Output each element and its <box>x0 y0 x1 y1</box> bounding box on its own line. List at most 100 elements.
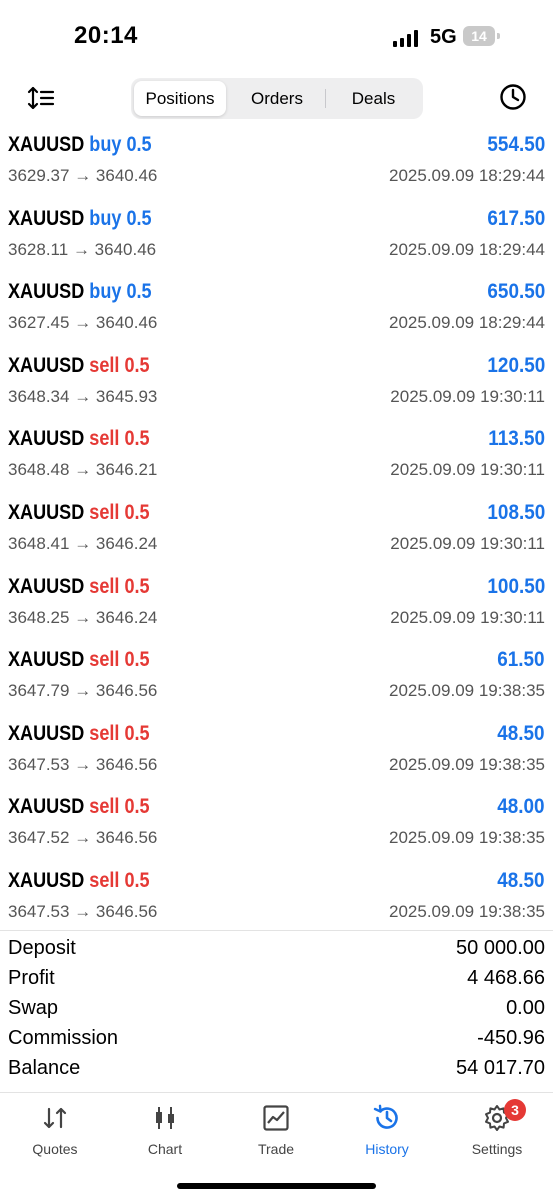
trade-side: sell <box>89 795 120 819</box>
position-time: 2025.09.09 19:30:11 <box>390 533 545 553</box>
open-price: 3647.52 <box>8 828 70 848</box>
battery-icon: 14 <box>463 26 503 48</box>
symbol-name: XAUUSD <box>8 500 85 524</box>
trade-volume: 0.5 <box>124 353 150 377</box>
trade-volume: 0.5 <box>124 574 150 598</box>
trade-volume: 0.5 <box>124 721 150 745</box>
position-time: 2025.09.09 19:30:11 <box>390 460 545 480</box>
position-time: 2025.09.09 19:38:35 <box>389 901 545 921</box>
nav-chart[interactable]: Chart <box>110 1103 220 1163</box>
symbol-name: XAUUSD <box>8 280 85 304</box>
trade-side: sell <box>89 721 120 745</box>
arrow-right-icon: → <box>74 313 92 333</box>
symbol-name: XAUUSD <box>8 868 85 892</box>
position-prices: 3647.53 → 3646.56 <box>8 902 157 922</box>
arrow-right-icon: → <box>72 239 90 259</box>
position-row[interactable]: XAUUSD buy 0.5 617.50 3628.11 → 3640.46 202… <box>0 203 553 277</box>
position-time: 2025.09.09 19:38:35 <box>389 828 545 848</box>
trade-volume: 0.5 <box>124 868 150 892</box>
arrow-right-icon: → <box>74 166 92 185</box>
position-row[interactable]: XAUUSD sell 0.5 108.50 3648.41 → 3646.24 20… <box>0 497 553 571</box>
position-symbol: XAUUSD sell 0.5 <box>8 869 150 893</box>
position-time: 2025.09.09 18:29:44 <box>389 239 545 259</box>
position-row[interactable]: XAUUSD sell 0.5 48.50 3647.53 → 3646.56 202… <box>0 718 553 792</box>
open-price: 3647.53 <box>8 901 70 921</box>
position-symbol: XAUUSD sell 0.5 <box>8 648 150 672</box>
nav-settings[interactable]: 3 Settings <box>442 1099 552 1163</box>
clock-icon[interactable] <box>498 82 528 112</box>
trade-side: buy <box>89 206 122 230</box>
close-price: 3646.21 <box>95 460 158 480</box>
battery-level: 14 <box>471 28 487 44</box>
tab-orders[interactable]: Orders <box>229 81 325 116</box>
arrow-right-icon: → <box>74 386 92 406</box>
open-price: 3627.45 <box>8 313 70 333</box>
nav-trade[interactable]: Trade <box>221 1103 331 1163</box>
position-row[interactable]: XAUUSD sell 0.5 61.50 3647.79 → 3646.56 202… <box>0 644 553 718</box>
summary-value: 0.00 <box>506 997 545 1019</box>
trade-icon <box>263 1105 289 1131</box>
position-row[interactable]: XAUUSD sell 0.5 120.50 3648.34 → 3645.93 20… <box>0 350 553 424</box>
position-symbol: XAUUSD sell 0.5 <box>8 575 150 599</box>
trade-volume: 0.5 <box>124 648 150 672</box>
position-prices: 3628.11 → 3640.46 <box>8 240 156 260</box>
trade-volume: 0.5 <box>124 427 150 451</box>
close-price: 3646.56 <box>95 901 158 921</box>
close-price: 3646.56 <box>95 754 158 774</box>
segment-divider <box>325 89 326 108</box>
position-time: 2025.09.09 19:38:35 <box>389 681 545 701</box>
position-prices: 3647.79 → 3646.56 <box>8 681 157 701</box>
nav-history[interactable]: History <box>332 1103 442 1163</box>
position-row[interactable]: XAUUSD buy 0.5 554.50 3629.37 → 3640.46 202… <box>0 129 553 203</box>
arrow-right-icon: → <box>74 754 92 774</box>
summary-row: Profit 4 468.66 <box>0 961 553 991</box>
arrow-right-icon: → <box>74 533 92 553</box>
trade-side: sell <box>89 648 120 672</box>
position-row[interactable]: XAUUSD sell 0.5 100.50 3648.25 → 3646.24 20… <box>0 571 553 645</box>
arrow-right-icon: → <box>74 607 92 627</box>
sort-icon[interactable] <box>26 84 56 112</box>
position-symbol: XAUUSD sell 0.5 <box>8 501 150 525</box>
position-row[interactable]: XAUUSD sell 0.5 48.50 3647.53 → 3646.56 202… <box>0 865 553 939</box>
open-price: 3647.53 <box>8 754 70 774</box>
position-time: 2025.09.09 19:30:11 <box>390 386 545 406</box>
position-prices: 3629.37 → 3640.46 <box>8 166 157 186</box>
position-profit: 120.50 <box>487 353 545 377</box>
summary-value: 4 468.66 <box>467 967 545 989</box>
position-row[interactable]: XAUUSD buy 0.5 650.50 3627.45 → 3640.46 202… <box>0 276 553 350</box>
position-prices: 3627.45 → 3640.46 <box>8 313 157 333</box>
position-time: 2025.09.09 18:29:44 <box>389 313 545 333</box>
position-prices: 3647.52 → 3646.56 <box>8 828 157 848</box>
nav-history-label: History <box>365 1141 409 1157</box>
position-row[interactable]: XAUUSD sell 0.5 48.00 3647.52 → 3646.56 202… <box>0 791 553 865</box>
signal-icon <box>393 30 418 47</box>
summary-value: 54 017.70 <box>456 1057 545 1079</box>
tab-deals[interactable]: Deals <box>327 81 420 116</box>
symbol-name: XAUUSD <box>8 648 85 672</box>
summary-row: Balance 54 017.70 <box>0 1051 553 1081</box>
summary-label: Profit <box>8 967 55 989</box>
close-price: 3640.46 <box>95 313 158 333</box>
trade-side: buy <box>89 133 122 156</box>
trade-side: sell <box>89 353 120 377</box>
symbol-name: XAUUSD <box>8 721 85 745</box>
position-symbol: XAUUSD sell 0.5 <box>8 427 150 451</box>
position-profit: 554.50 <box>487 133 545 156</box>
nav-chart-label: Chart <box>147 1141 183 1157</box>
symbol-name: XAUUSD <box>8 133 85 156</box>
quotes-icon <box>43 1107 67 1129</box>
position-profit: 108.50 <box>487 500 545 524</box>
position-prices: 3648.41 → 3646.24 <box>8 534 157 554</box>
nav-quotes[interactable]: Quotes <box>0 1103 110 1163</box>
position-profit: 113.50 <box>488 427 545 451</box>
symbol-name: XAUUSD <box>8 353 85 377</box>
close-price: 3640.46 <box>95 166 158 185</box>
position-row[interactable]: XAUUSD sell 0.5 113.50 3648.48 → 3646.21 20… <box>0 423 553 497</box>
trade-side: sell <box>89 574 120 598</box>
position-profit: 48.50 <box>497 721 545 745</box>
close-price: 3640.46 <box>94 239 157 259</box>
position-prices: 3647.53 → 3646.56 <box>8 755 157 775</box>
status-bar: 20:14 5G 14 <box>0 0 553 70</box>
open-price: 3628.11 <box>8 239 69 259</box>
tab-positions[interactable]: Positions <box>134 81 226 116</box>
